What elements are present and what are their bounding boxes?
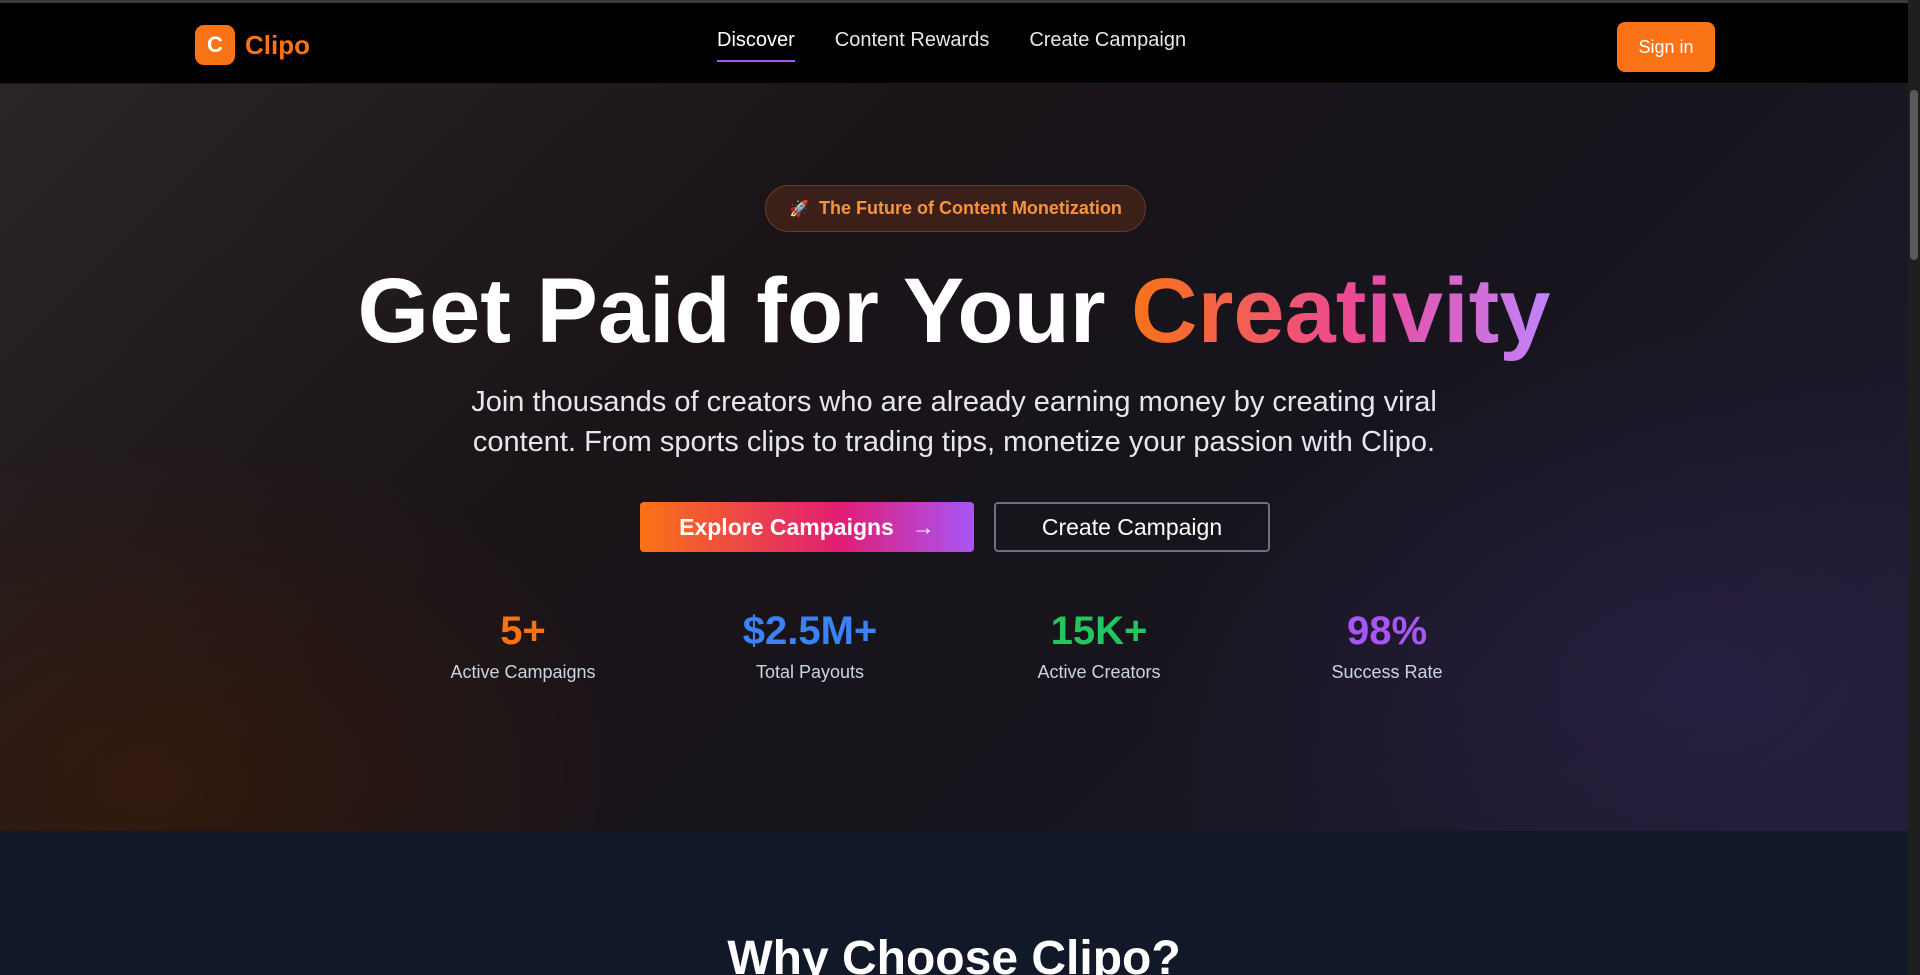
stat-total-payouts: $2.5M+ Total Payouts <box>690 609 930 683</box>
nav-discover[interactable]: Discover <box>717 29 795 62</box>
page: C Clipo Discover Content Rewards Create … <box>0 0 1920 975</box>
section-title: Why Choose Clipo? <box>727 932 1181 975</box>
hero-subtitle: Join thousands of creators who are alrea… <box>400 382 1508 462</box>
explore-campaigns-button[interactable]: Explore Campaigns → <box>640 502 974 552</box>
stat-active-creators: 15K+ Active Creators <box>979 609 1219 683</box>
logo-mark: C <box>195 25 235 65</box>
explore-campaigns-label: Explore Campaigns <box>679 513 894 540</box>
stat-label: Active Campaigns <box>450 662 596 682</box>
stat-label: Success Rate <box>1331 662 1443 682</box>
why-choose-section: Why Choose Clipo? <box>0 831 1908 975</box>
stat-label: Active Creators <box>1037 662 1161 682</box>
scrollbar-thumb[interactable] <box>1910 90 1918 260</box>
brand-name: Clipo <box>245 29 310 60</box>
nav-content-rewards[interactable]: Content Rewards <box>835 29 990 62</box>
create-campaign-button[interactable]: Create Campaign <box>994 502 1270 552</box>
stat-active-campaigns: 5+ Active Campaigns <box>403 609 643 683</box>
hero-badge: 🚀 The Future of Content Monetization <box>765 185 1146 232</box>
stat-value: $2.5M+ <box>742 609 878 653</box>
subtitle-line-1: Join thousands of creators who are alrea… <box>471 386 1437 418</box>
headline-plain: Get Paid for Your <box>357 260 1132 362</box>
top-navbar: C Clipo Discover Content Rewards Create … <box>0 0 1908 84</box>
hero-section: 🚀 The Future of Content Monetization Get… <box>0 84 1908 831</box>
rocket-icon: 🚀 <box>789 200 809 218</box>
arrow-right-icon: → <box>911 513 935 540</box>
headline-accent: Creativity <box>1131 260 1551 362</box>
stat-label: Total Payouts <box>755 662 865 682</box>
sign-in-button[interactable]: Sign in <box>1617 22 1715 72</box>
stat-value: 98% <box>1346 609 1428 653</box>
stat-value: 15K+ <box>1050 609 1148 653</box>
main-nav: Discover Content Rewards Create Campaign <box>717 29 1186 62</box>
page-scrollbar[interactable] <box>1908 0 1920 975</box>
subtitle-line-2: content. From sports clips to trading ti… <box>472 426 1436 458</box>
stat-success-rate: 98% Success Rate <box>1267 609 1507 683</box>
hero-headline: Get Paid for Your Creativity <box>0 259 1908 364</box>
brand-logo[interactable]: C Clipo <box>195 25 310 65</box>
nav-create-campaign[interactable]: Create Campaign <box>1029 29 1186 62</box>
stat-value: 5+ <box>500 609 546 653</box>
badge-text: The Future of Content Monetization <box>818 198 1122 218</box>
